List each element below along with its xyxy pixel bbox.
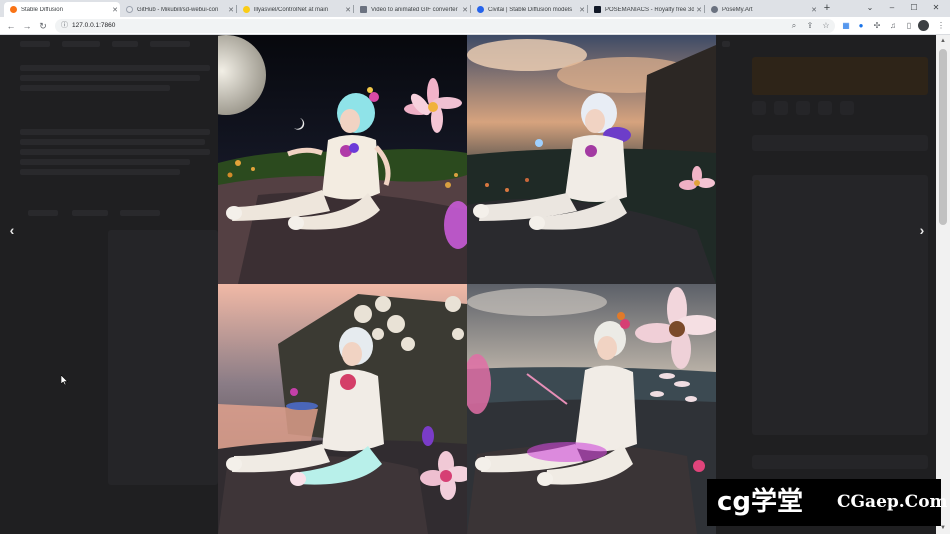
zoom-icon[interactable]: ⌕ bbox=[788, 20, 800, 32]
close-icon[interactable]: ✕ bbox=[460, 6, 470, 14]
maximize-button[interactable]: ☐ bbox=[904, 1, 924, 15]
github-favicon-icon bbox=[126, 6, 133, 13]
previous-image-button[interactable]: ‹ bbox=[4, 222, 20, 238]
close-icon[interactable]: ✕ bbox=[110, 6, 120, 14]
tab-search-icon[interactable]: ⌄ bbox=[860, 1, 880, 15]
tab-title: Civitai | Stable Diffusion models bbox=[488, 6, 573, 13]
tab-posemyart[interactable]: PoseMy.Art ✕ bbox=[705, 2, 819, 17]
tab-title: GitHub - Mikubill/sd-webui-con bbox=[137, 6, 219, 13]
tab-title: lllyasviel/ControlNet at main bbox=[254, 6, 329, 13]
close-icon[interactable]: ✕ bbox=[343, 6, 353, 14]
huggingface-favicon-icon bbox=[243, 6, 250, 13]
browser-tab-strip: Stable Diffusion ✕ GitHub - Mikubill/sd-… bbox=[0, 0, 950, 17]
side-panel-icon[interactable]: ▯ bbox=[903, 20, 915, 32]
close-window-button[interactable]: ✕ bbox=[926, 1, 946, 15]
civitai-favicon-icon bbox=[477, 6, 484, 13]
minimize-button[interactable]: – bbox=[882, 1, 902, 15]
forward-arrow-icon[interactable]: → bbox=[21, 20, 33, 32]
tab-title: Video to animated GIF converter bbox=[371, 6, 458, 13]
extension-grid-icon[interactable]: ▦ bbox=[840, 20, 852, 32]
tab-posemaniacs[interactable]: POSEMANIACS - Royalty free 3d ✕ bbox=[588, 2, 704, 17]
gallery-image-2[interactable] bbox=[467, 35, 716, 284]
scroll-up-arrow-icon[interactable]: ▲ bbox=[938, 37, 948, 45]
site-info-icon[interactable]: ⓘ bbox=[61, 19, 68, 33]
watermark-badge: cg学堂 CGaep.Com bbox=[707, 479, 948, 526]
tab-civitai[interactable]: Civitai | Stable Diffusion models ✕ bbox=[471, 2, 587, 17]
tab-github-sd-webui[interactable]: GitHub - Mikubill/sd-webui-con ✕ bbox=[120, 2, 236, 17]
underlying-webui-right bbox=[716, 35, 936, 534]
back-arrow-icon[interactable]: ← bbox=[5, 20, 17, 32]
tab-video-to-gif[interactable]: Video to animated GIF converter ✕ bbox=[354, 2, 470, 17]
image-preview-grid[interactable] bbox=[218, 35, 716, 534]
extensions-puzzle-icon[interactable]: ✣ bbox=[871, 20, 883, 32]
gallery-image-4[interactable] bbox=[467, 284, 716, 534]
tab-stable-diffusion[interactable]: Stable Diffusion ✕ bbox=[4, 2, 120, 17]
url-text: 127.0.0.1:7860 bbox=[72, 22, 116, 29]
next-image-button[interactable]: › bbox=[914, 222, 930, 238]
browser-toolbar: ← → ↻ ⓘ 127.0.0.1:7860 ⌕ ⇪ ☆ ▦ ● ✣ ♫ ▯ ⋮ bbox=[0, 17, 950, 35]
profile-avatar[interactable] bbox=[918, 20, 929, 31]
tab-title: Stable Diffusion bbox=[21, 6, 63, 13]
extension-circle-icon[interactable]: ● bbox=[855, 20, 867, 32]
reload-icon[interactable]: ↻ bbox=[37, 20, 49, 32]
close-icon[interactable]: ✕ bbox=[694, 6, 704, 14]
scrollbar-thumb[interactable] bbox=[939, 49, 947, 225]
share-icon[interactable]: ⇪ bbox=[804, 20, 816, 32]
ezgif-favicon-icon bbox=[360, 6, 367, 13]
underlying-webui-left bbox=[0, 35, 218, 534]
watermark-site-text: CGaep.Com bbox=[837, 492, 948, 512]
media-icon[interactable]: ♫ bbox=[887, 20, 899, 32]
tab-title: PoseMy.Art bbox=[722, 6, 753, 13]
gallery-image-1[interactable] bbox=[218, 35, 467, 284]
page-scrollbar[interactable]: ▲ ▼ bbox=[936, 35, 950, 534]
bookmark-star-icon[interactable]: ☆ bbox=[820, 20, 832, 32]
menu-kebab-icon[interactable]: ⋮ bbox=[935, 20, 947, 32]
posemyart-favicon-icon bbox=[711, 6, 718, 13]
close-icon[interactable]: ✕ bbox=[226, 6, 236, 14]
tab-title: POSEMANIACS - Royalty free 3d bbox=[605, 6, 694, 13]
stable-diffusion-favicon-icon bbox=[10, 6, 17, 13]
posemaniacs-favicon-icon bbox=[594, 6, 601, 13]
close-icon[interactable]: ✕ bbox=[809, 6, 819, 14]
mouse-pointer-icon bbox=[61, 375, 69, 385]
close-icon[interactable]: ✕ bbox=[577, 6, 587, 14]
lightbox-overlay[interactable]: ‹ › ▲ ▼ bbox=[0, 35, 950, 534]
gallery-image-3[interactable] bbox=[218, 284, 467, 534]
new-tab-button[interactable]: + bbox=[820, 2, 834, 15]
tab-controlnet[interactable]: lllyasviel/ControlNet at main ✕ bbox=[237, 2, 353, 17]
watermark-logo: cg学堂 bbox=[717, 487, 804, 517]
address-bar[interactable]: ⓘ 127.0.0.1:7860 bbox=[55, 19, 835, 33]
